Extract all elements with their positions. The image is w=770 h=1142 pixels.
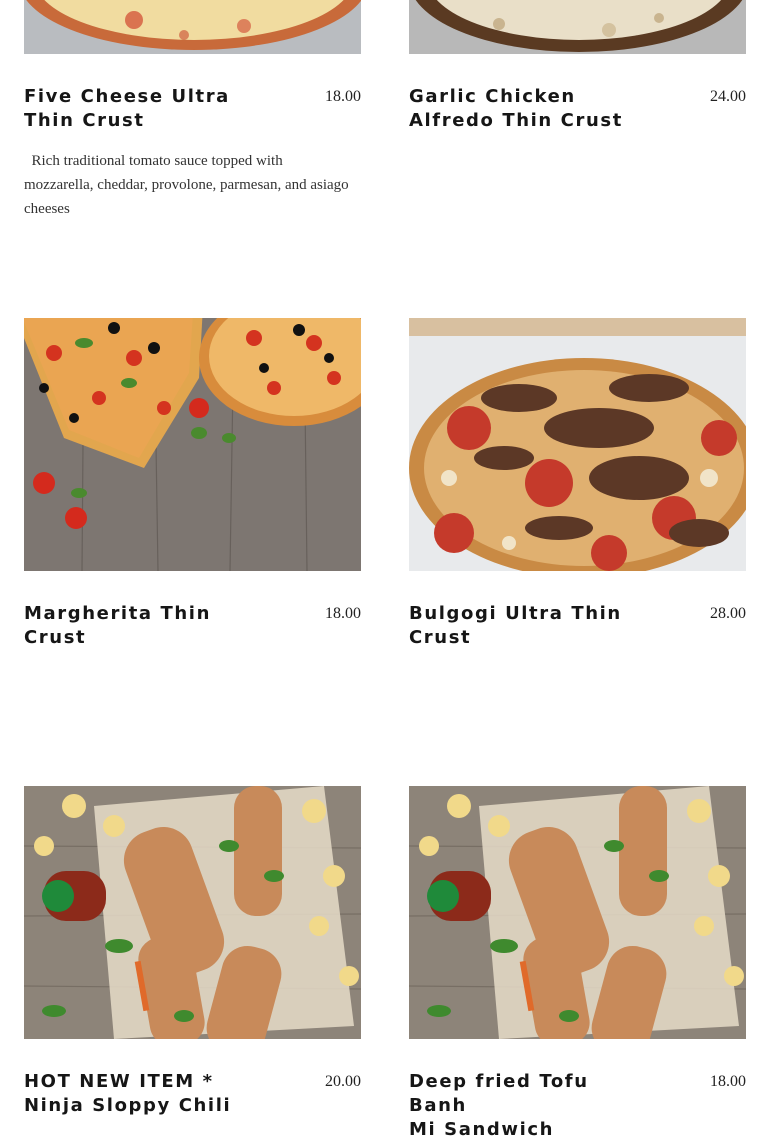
item-photo-margherita[interactable] — [24, 318, 361, 571]
item-name: HOT NEW ITEM * Ninja Sloppy Chili — [24, 1071, 232, 1116]
menu-item-tofu-banh-mi[interactable]: Deep fried Tofu Banh Mi Sandwich 18.00 — [409, 1070, 746, 1140]
item-name: Deep fried Tofu Banh Mi Sandwich — [409, 1071, 589, 1140]
item-photo-bulgogi[interactable] — [409, 318, 746, 571]
item-name: Five Cheese Ultra Thin Crust — [24, 86, 230, 131]
item-name: Margherita Thin Crust — [24, 603, 211, 648]
item-price: 18.00 — [710, 1073, 746, 1090]
item-price: 20.00 — [325, 1073, 361, 1090]
item-name: Garlic Chicken Alfredo Thin Crust — [409, 86, 623, 131]
item-description: Rich traditional tomato sauce topped wit… — [24, 153, 353, 217]
item-photo-five-cheese[interactable] — [24, 0, 361, 54]
menu-item-garlic-chicken[interactable]: Garlic Chicken Alfredo Thin Crust 24.00 — [409, 85, 746, 145]
item-name: Bulgogi Ultra Thin Crust — [409, 603, 622, 648]
item-photo-tofu-banh-mi[interactable] — [409, 786, 746, 1039]
item-price: 18.00 — [325, 88, 361, 105]
menu-item-bulgogi[interactable]: Bulgogi Ultra Thin Crust 28.00 — [409, 602, 746, 662]
menu-item-margherita[interactable]: Margherita Thin Crust 18.00 — [24, 602, 361, 662]
item-photo-sloppy-chili[interactable] — [24, 786, 361, 1039]
item-price: 28.00 — [710, 605, 746, 622]
menu-item-sloppy-chili[interactable]: HOT NEW ITEM * Ninja Sloppy Chili 20.00 — [24, 1070, 361, 1116]
item-price: 18.00 — [325, 605, 361, 622]
menu-item-five-cheese[interactable]: Five Cheese Ultra Thin Crust 18.00 Rich … — [24, 85, 361, 225]
item-price: 24.00 — [710, 88, 746, 105]
item-photo-garlic-chicken[interactable] — [409, 0, 746, 54]
